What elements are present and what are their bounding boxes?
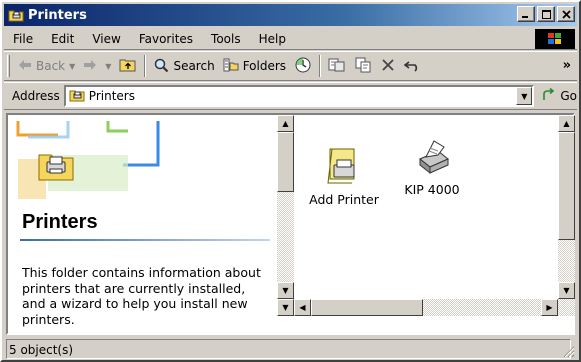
menu-file[interactable]: File (4, 32, 42, 46)
menu-favorites[interactable]: Favorites (130, 32, 202, 46)
scroll-down-button[interactable]: ▼ (558, 282, 575, 299)
maximize-icon (541, 9, 551, 19)
item-label: Add Printer (309, 192, 379, 207)
scroll-down-button[interactable]: ▼ (277, 299, 294, 316)
scroll-up-button[interactable]: ▲ (277, 115, 294, 132)
search-button[interactable]: Search (149, 54, 218, 78)
printers-folder-large-icon (36, 145, 76, 188)
go-arrow-icon (542, 87, 558, 105)
menu-help[interactable]: Help (250, 32, 295, 46)
close-icon (561, 9, 571, 19)
forward-button[interactable]: ▼ (79, 54, 115, 78)
arrow-left-icon: ◀ (299, 303, 306, 312)
move-to-icon (328, 57, 346, 76)
back-button[interactable]: Back ▼ (14, 54, 79, 78)
copy-to-icon (354, 57, 372, 76)
add-printer-icon (326, 147, 362, 190)
arrow-right-icon: ▶ (546, 303, 553, 312)
address-input[interactable]: Printers ▼ (63, 85, 535, 107)
move-to-button[interactable] (324, 54, 350, 78)
scroll-thumb[interactable] (311, 299, 423, 316)
list-item-add-printer[interactable]: Add Printer (304, 147, 384, 207)
undo-button[interactable] (400, 54, 426, 78)
file-list-vscrollbar[interactable]: ▲ ▼ (558, 115, 575, 299)
arrow-down-icon: ▼ (563, 286, 570, 295)
history-button[interactable] (290, 54, 316, 78)
printer-icon (412, 137, 452, 180)
scroll-thumb[interactable] (277, 132, 294, 192)
forward-arrow-icon (83, 59, 97, 74)
address-value: Printers (88, 89, 135, 103)
folders-label: Folders (242, 59, 287, 73)
chevron-down-icon: ▼ (521, 91, 528, 101)
menu-view[interactable]: View (83, 32, 129, 46)
address-bar: Address Printers ▼ Go (4, 82, 577, 110)
chevron-down-icon: ▼ (69, 61, 76, 71)
back-label: Back (36, 59, 66, 73)
up-folder-icon (119, 57, 137, 76)
toolbar-grip[interactable] (7, 55, 10, 77)
scroll-up-button[interactable]: ▲ (558, 115, 575, 132)
pane-description: This folder contains information about p… (22, 265, 261, 327)
undo-icon (403, 58, 422, 75)
standard-toolbar: Back ▼ ▼ Search Folders » (4, 51, 577, 81)
folders-icon (223, 57, 239, 76)
info-pane-scrollbar[interactable]: ▲ ▼ (277, 115, 294, 299)
scroll-left-button[interactable]: ◀ (294, 299, 311, 316)
close-button[interactable] (557, 6, 575, 22)
chevron-down-icon: ▼ (105, 61, 112, 71)
window-controls (517, 6, 575, 22)
copy-to-button[interactable] (350, 54, 376, 78)
delete-button[interactable] (376, 54, 400, 78)
content-area: Printers This folder contains informatio… (6, 113, 575, 335)
menu-tools[interactable]: Tools (202, 32, 250, 46)
delete-icon (380, 57, 396, 76)
title-divider (20, 239, 270, 241)
up-folder-button[interactable] (115, 54, 141, 78)
pane-title: Printers (22, 211, 98, 233)
scroll-down-button[interactable]: ▼ (277, 282, 294, 299)
toolbar-separator (319, 55, 322, 77)
file-list-view: Add Printer KIP 4000 (294, 115, 561, 315)
printers-folder-icon (8, 7, 24, 23)
address-dropdown-button[interactable]: ▼ (516, 87, 533, 105)
toolbar-separator (144, 55, 147, 77)
folders-button[interactable]: Folders (219, 54, 290, 78)
printers-folder-icon (69, 87, 85, 106)
title-bar[interactable]: Printers (4, 4, 577, 26)
window-title: Printers (28, 7, 87, 23)
windows-logo-icon (535, 29, 575, 49)
scroll-thumb[interactable] (558, 132, 575, 240)
status-bar: 5 object(s) (4, 338, 577, 360)
go-button[interactable]: Go (542, 87, 577, 105)
arrow-down-icon: ▼ (282, 286, 289, 295)
address-label: Address (12, 89, 60, 103)
arrow-up-icon: ▲ (282, 119, 289, 128)
back-arrow-icon (18, 59, 32, 74)
arrow-up-icon: ▲ (563, 119, 570, 128)
arrow-down-icon: ▼ (282, 303, 289, 312)
menu-bar: File Edit View Favorites Tools Help (4, 28, 577, 50)
file-list-hscrollbar[interactable]: ▼ ◀ ▶ (277, 299, 575, 316)
search-icon (153, 57, 169, 76)
status-object-count: 5 object(s) (6, 339, 571, 359)
minimize-icon (522, 16, 528, 18)
resize-grip-icon[interactable] (563, 346, 575, 358)
go-label: Go (560, 89, 577, 103)
info-pane: Printers This folder contains informatio… (8, 115, 277, 333)
search-label: Search (173, 59, 215, 73)
toolbar-overflow-chevron-icon[interactable]: » (563, 58, 571, 73)
menu-edit[interactable]: Edit (42, 32, 83, 46)
scroll-right-button[interactable]: ▶ (541, 299, 558, 316)
list-item-kip-4000[interactable]: KIP 4000 (392, 137, 472, 197)
item-label: KIP 4000 (404, 182, 460, 197)
minimize-button[interactable] (517, 6, 535, 22)
history-icon (294, 56, 312, 77)
explorer-window: Printers File Edit View Favorites Tools … (0, 0, 581, 362)
maximize-button[interactable] (537, 6, 555, 22)
